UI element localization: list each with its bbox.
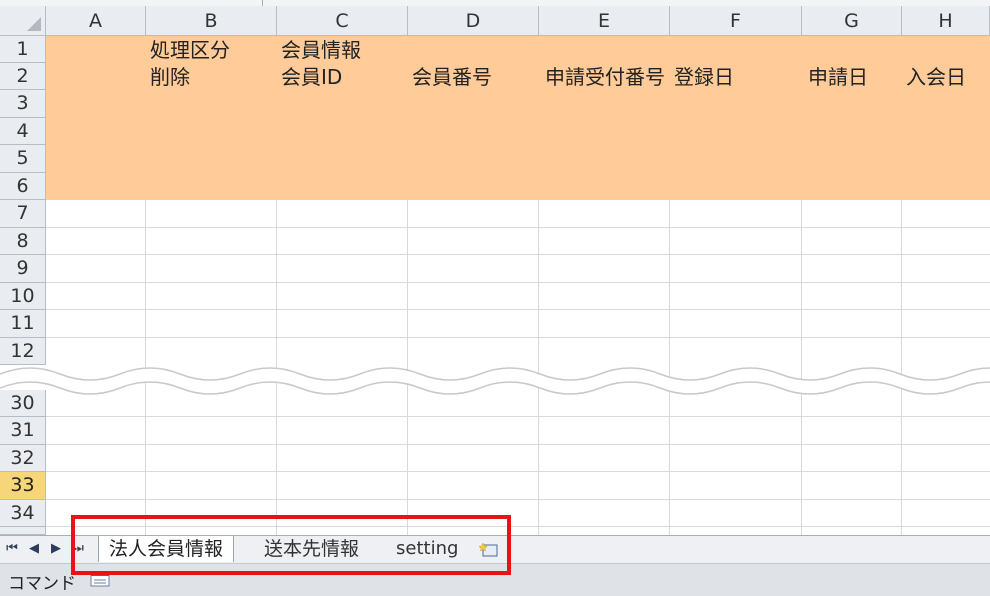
cell-e2[interactable]: 申請受付番号 bbox=[545, 64, 670, 91]
row-header[interactable]: 11 bbox=[0, 310, 46, 338]
cell-b2[interactable]: 削除 bbox=[150, 64, 190, 91]
grid-line bbox=[46, 309, 990, 310]
column-header-c[interactable]: C bbox=[277, 6, 408, 36]
cell-h2[interactable]: 入会日 bbox=[906, 64, 966, 91]
grid-line bbox=[46, 282, 990, 283]
row-header[interactable]: 34 bbox=[0, 500, 46, 527]
cell-c2[interactable]: 会員ID bbox=[281, 64, 342, 91]
sheet-tab-setting[interactable]: setting bbox=[396, 536, 458, 562]
row-header[interactable]: 6 bbox=[0, 173, 46, 200]
row-header[interactable]: 1 bbox=[0, 36, 46, 63]
row-break-wave bbox=[0, 367, 990, 395]
column-header-g[interactable]: G bbox=[802, 6, 902, 36]
row-header[interactable]: 2 bbox=[0, 63, 46, 90]
row-header[interactable]: 7 bbox=[0, 200, 46, 228]
first-sheet-icon[interactable]: ⏮ bbox=[4, 538, 20, 560]
status-bar bbox=[0, 563, 990, 596]
last-sheet-icon[interactable]: ⏭ bbox=[70, 538, 86, 560]
column-header-b[interactable]: B bbox=[146, 6, 277, 36]
row-header[interactable]: 3 bbox=[0, 90, 46, 118]
row-header[interactable]: 32 bbox=[0, 445, 46, 472]
row-header[interactable]: 10 bbox=[0, 283, 46, 310]
grid-line bbox=[46, 526, 990, 527]
row-header bbox=[0, 527, 46, 535]
grid-line bbox=[46, 227, 990, 228]
column-header-d[interactable]: D bbox=[408, 6, 539, 36]
row-header-selected[interactable]: 33 bbox=[0, 472, 46, 500]
column-header-h[interactable]: H bbox=[902, 6, 990, 36]
row-header[interactable]: 5 bbox=[0, 145, 46, 173]
macro-record-icon[interactable] bbox=[90, 571, 110, 587]
row-header[interactable]: 9 bbox=[0, 255, 46, 283]
column-header-a[interactable]: A bbox=[46, 6, 146, 36]
grid-line bbox=[46, 444, 990, 445]
column-header-e[interactable]: E bbox=[539, 6, 670, 36]
cell-d2[interactable]: 会員番号 bbox=[412, 64, 492, 91]
sheet-tab-hojin-kaiin[interactable]: 法人会員情報 bbox=[98, 536, 235, 562]
next-sheet-icon[interactable]: ▶ bbox=[48, 538, 64, 560]
select-all-corner[interactable] bbox=[0, 6, 46, 36]
grid-line bbox=[46, 254, 990, 255]
cell-f2[interactable]: 登録日 bbox=[674, 64, 734, 91]
column-header-f[interactable]: F bbox=[670, 6, 802, 36]
spreadsheet: A B C D E F G H 処理区分 削除 会員情報 会員ID 会員番号 申… bbox=[0, 0, 990, 596]
cell-g2[interactable]: 申請日 bbox=[808, 64, 868, 91]
row-header[interactable]: 4 bbox=[0, 118, 46, 145]
grid-line bbox=[46, 499, 990, 500]
cell-c1[interactable]: 会員情報 bbox=[281, 37, 361, 64]
prev-sheet-icon[interactable]: ◀ bbox=[26, 538, 42, 560]
grid-line bbox=[46, 416, 990, 417]
status-mode: コマンド bbox=[8, 574, 76, 594]
insert-sheet-icon[interactable] bbox=[478, 539, 502, 559]
sheet-tab-sohonsaki[interactable]: 送本先情報 bbox=[264, 536, 359, 562]
row-header[interactable]: 8 bbox=[0, 228, 46, 255]
row-header[interactable]: 31 bbox=[0, 417, 46, 445]
cell-b1[interactable]: 処理区分 bbox=[150, 37, 230, 64]
grid-line bbox=[46, 337, 990, 338]
grid-line bbox=[46, 471, 990, 472]
